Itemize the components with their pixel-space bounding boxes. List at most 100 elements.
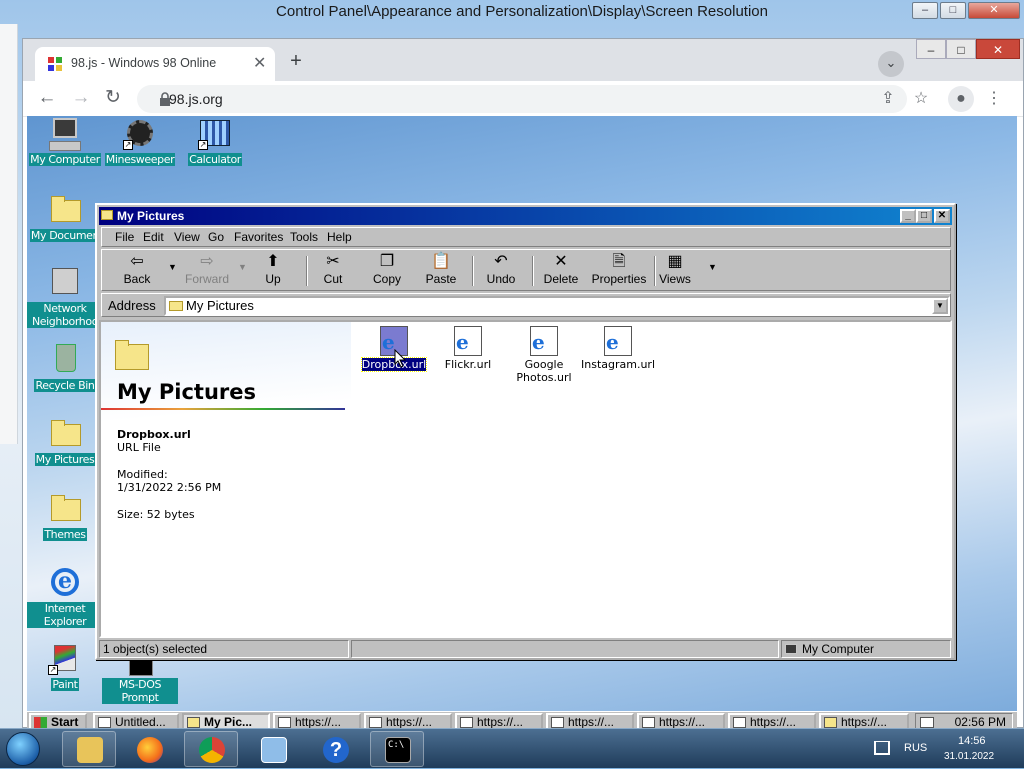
my-computer-icon [49, 118, 81, 151]
mouse-cursor-icon [394, 349, 407, 368]
address-bar[interactable]: 98.js.org [137, 85, 907, 113]
back-button[interactable]: ⇦ Back [110, 252, 164, 290]
language-indicator[interactable]: RUS [904, 742, 927, 754]
my-documents-icon [51, 196, 81, 222]
taskbar-explorer[interactable] [62, 731, 116, 767]
folder-icon [51, 495, 81, 521]
speaker-icon[interactable] [920, 717, 934, 728]
desktop-icon-my-computer[interactable]: My Computer [27, 116, 103, 166]
explorer-address-bar: Address My Pictures ▼ [101, 293, 951, 317]
back-icon[interactable]: ← [33, 85, 61, 113]
copy-icon: ❐ [379, 253, 395, 270]
maximize-icon[interactable]: □ [916, 209, 932, 223]
folder-icon [101, 210, 113, 220]
desktop-icon-msdos[interactable]: MS-DOS Prompt [102, 656, 178, 704]
host-sidebar-strip [0, 24, 18, 444]
paste-button[interactable]: 📋 Paste [414, 252, 468, 290]
host-maximize-button[interactable]: □ [940, 2, 966, 19]
chrome-maximize-button[interactable]: □ [946, 39, 976, 59]
tab-search-button[interactable]: ⌄ [878, 51, 904, 77]
folder-icon [187, 717, 200, 728]
desktop-icon-network[interactable]: Network Neighborhoo [27, 266, 103, 328]
menu-favorites[interactable]: Favorites [234, 230, 283, 244]
file-flickr[interactable]: e Flickr.url [431, 326, 505, 371]
copy-button[interactable]: ❐ Copy [360, 252, 414, 290]
firefox-icon [137, 737, 163, 763]
desktop-icon-my-documents[interactable]: My Documen [27, 192, 103, 242]
up-button[interactable]: ⬆ Up [246, 252, 300, 290]
forward-button[interactable]: ⇨ Forward [180, 252, 234, 290]
chrome-toolbar: ← → ↻ 98.js.org ⇪ ☆ ● ⋮ [23, 81, 1023, 117]
taskbar-control-panel[interactable] [246, 731, 300, 767]
desktop-icon-paint[interactable]: ↗ Paint [27, 641, 103, 691]
back-arrow-icon: ⇦ [130, 253, 144, 270]
chrome-minimize-button[interactable]: – [916, 39, 946, 59]
reload-icon[interactable]: ↻ [99, 85, 127, 113]
chrome-close-button[interactable]: ✕ [976, 39, 1020, 59]
delete-button[interactable]: ✕ Delete [534, 252, 588, 290]
explorer-window: My Pictures _ □ ✕ File Edit View Go Favo… [95, 203, 956, 660]
menu-help[interactable]: Help [327, 230, 352, 244]
url-file-icon: e [530, 326, 558, 356]
address-dropdown-icon[interactable]: ▼ [932, 298, 948, 314]
windows-start-orb-icon[interactable] [6, 732, 40, 766]
menu-go[interactable]: Go [208, 230, 224, 244]
host-window-title: Control Panel\Appearance and Personaliza… [276, 3, 768, 20]
back-dropdown-icon[interactable]: ▼ [168, 262, 177, 272]
explorer-menubar: File Edit View Go Favorites Tools Help [101, 227, 951, 247]
webview-divider [101, 408, 345, 410]
new-tab-button[interactable]: + [283, 49, 309, 75]
address-field[interactable]: My Pictures ▼ [164, 296, 950, 316]
ie-icon: e [51, 568, 79, 596]
profile-avatar-icon[interactable]: ● [948, 86, 974, 112]
bookmark-star-icon[interactable]: ☆ [908, 86, 934, 112]
host-minimize-button[interactable]: – [912, 2, 938, 19]
desktop-icon-internet-explorer[interactable]: e Internet Explorer [27, 566, 103, 628]
properties-button[interactable]: 🗎 Properties [588, 252, 650, 290]
desktop-icon-my-pictures[interactable]: My Pictures [27, 416, 103, 466]
share-icon[interactable]: ⇪ [875, 86, 901, 112]
file-instagram[interactable]: e Instagram.url [581, 326, 655, 371]
views-dropdown-icon[interactable]: ▼ [708, 262, 717, 272]
taskbar-help[interactable]: ? [308, 731, 362, 767]
desktop-icon-minesweeper[interactable]: ↗ Minesweeper [102, 116, 178, 166]
menu-tools[interactable]: Tools [290, 230, 318, 244]
desktop-icon-recycle-bin[interactable]: Recycle Bin [27, 342, 103, 392]
taskbar-firefox[interactable] [122, 731, 176, 767]
folder-icon [51, 420, 81, 446]
modified-value: 1/31/2022 2:56 PM [117, 481, 222, 494]
taskbar-chrome[interactable] [184, 731, 238, 767]
close-icon[interactable]: ✕ [934, 209, 950, 223]
network-icon [52, 268, 78, 294]
cut-button[interactable]: ✂ Cut [306, 252, 360, 290]
modified-label: Modified: [117, 468, 168, 481]
status-zone: My Computer [781, 640, 951, 658]
win7-clock-time[interactable]: 14:56 [958, 735, 986, 747]
forward-icon[interactable]: → [67, 85, 95, 113]
chrome-tab-strip: 98.js - Windows 98 Online ✕ + ⌄ – □ ✕ [23, 39, 1023, 81]
minimize-icon[interactable]: _ [900, 209, 916, 223]
webview-panel: My Pictures Dropbox.url URL File Modifie… [101, 322, 351, 636]
ie-icon [369, 717, 382, 728]
properties-icon: 🗎 [612, 253, 626, 270]
menu-edit[interactable]: Edit [143, 230, 164, 244]
network-tray-icon[interactable] [874, 741, 890, 755]
selected-file-type: URL File [117, 441, 161, 454]
msdos-icon [129, 658, 153, 676]
browser-tab[interactable]: 98.js - Windows 98 Online ✕ [35, 47, 275, 81]
menu-file[interactable]: File [115, 230, 134, 244]
ie-icon [551, 717, 564, 728]
undo-button[interactable]: ↶ Undo [474, 252, 528, 290]
menu-view[interactable]: View [174, 230, 200, 244]
host-close-button[interactable]: ✕ [968, 2, 1020, 19]
taskbar-cmd[interactable]: C:\ [370, 731, 424, 767]
chrome-menu-icon[interactable]: ⋮ [981, 86, 1007, 112]
file-google-photos[interactable]: e Google Photos.url [506, 326, 582, 384]
win7-clock-date[interactable]: 31.01.2022 [944, 751, 994, 762]
desktop-icon-themes[interactable]: Themes [27, 491, 103, 541]
desktop-icon-calculator[interactable]: ↗ Calculator [177, 116, 253, 166]
views-button[interactable]: ▦ Views [648, 252, 702, 290]
explorer-titlebar[interactable]: My Pictures _ □ ✕ [99, 207, 952, 225]
tab-close-icon[interactable]: ✕ [253, 53, 266, 73]
ie-icon [642, 717, 655, 728]
